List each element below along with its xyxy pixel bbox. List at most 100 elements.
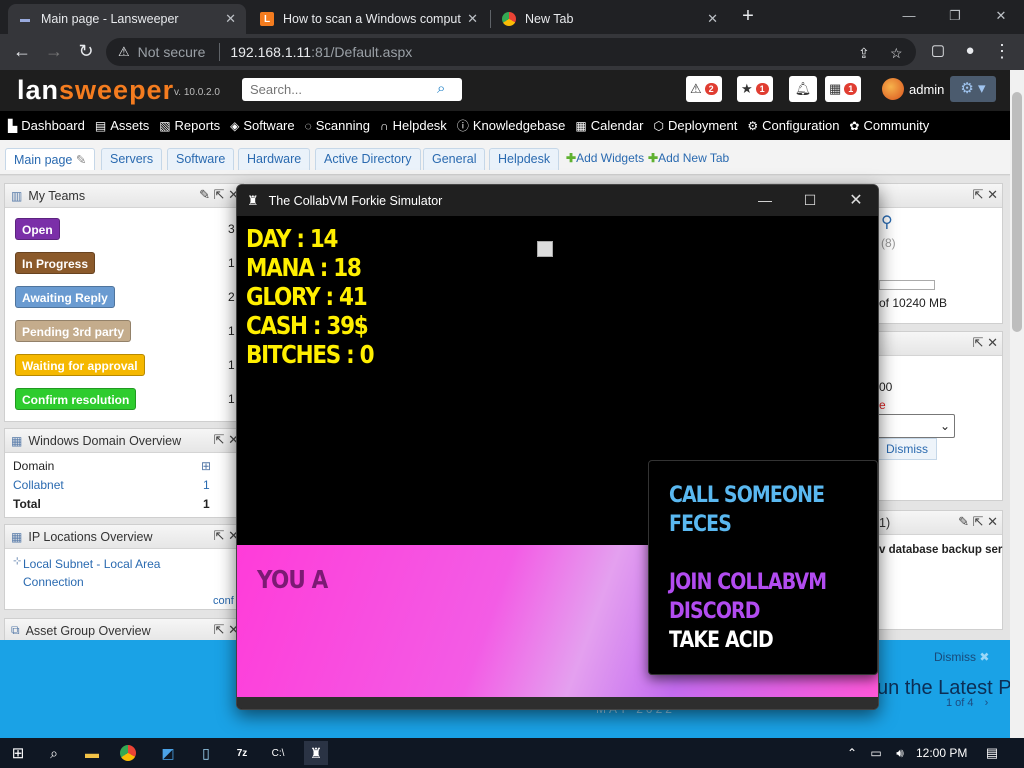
close-icon[interactable]: ✖ [979,650,989,664]
windows-taskbar: ⊞ ⌕ ▬ ◩ ▯ 7z C:\ ♜ ⌃ ▭ 🔊︎ 12:00 PM ▤ [0,738,1024,768]
taskbar-clock[interactable]: 12:00 PM [916,746,967,760]
nav-scanning[interactable]: ◌ Scanning [305,118,370,133]
volume-icon[interactable]: 🔊︎ [890,743,910,763]
team-status-confirm-resolution[interactable]: Confirm resolution [15,388,137,410]
search-input[interactable] [242,78,462,101]
alerts-button[interactable]: ⚠ 2 [686,76,722,102]
url-path[interactable]: :81/Default.aspx [311,44,412,60]
nav-software[interactable]: ◈ Software [230,118,295,133]
domain-link[interactable]: Collabnet [13,478,64,492]
favorites-button[interactable]: ★ 1 [737,76,773,102]
paint-icon[interactable]: ◩ [158,743,178,763]
add-new-tab-link[interactable]: ✚Add New Tab [648,151,729,165]
command-prompt-icon[interactable]: C:\ [268,743,288,763]
browser-tab-how-to-scan[interactable]: L How to scan a Windows compute ✕ [250,4,488,34]
network-icon[interactable]: ▭ [866,743,886,763]
close-tab-icon[interactable]: ✕ [707,11,718,27]
minimize-icon[interactable]: — [886,0,932,34]
tab-active-directory[interactable]: Active Directory [315,148,421,170]
edit-pencil-icon[interactable]: ✎ [76,153,86,167]
menu-item-join-collabvm[interactable]: JOIN COLLABVM [669,568,827,597]
close-window-icon[interactable]: ✕ [833,185,878,216]
chrome-icon[interactable] [120,745,136,761]
tab-main-page[interactable]: Main page ✎ [5,148,96,170]
notepad-icon[interactable]: ▯ [196,743,216,763]
kebab-menu-icon[interactable]: ⋮ [990,40,1014,64]
menu-item-feces[interactable]: FECES [669,510,732,539]
lansweeper-favicon-icon: ▬ [20,13,30,25]
nav-assets[interactable]: ▤ Assets [95,118,149,133]
share-icon[interactable]: ⇪ [858,45,870,62]
widget-controls[interactable]: ⇱ ✕ [973,187,998,203]
team-status-waiting-approval[interactable]: Waiting for approval [15,354,145,376]
widget-controls[interactable]: ⇱ ✕ [973,335,998,351]
url-host[interactable]: 192.168.1.11 [230,44,311,60]
search-icon[interactable]: ⌕ [44,743,64,763]
banner-dismiss[interactable]: Dismiss ✖ [934,650,989,664]
forward-arrow-icon[interactable]: → [42,40,66,64]
banner-pager[interactable]: 1 of 4 › [946,697,988,709]
team-status-awaiting-reply[interactable]: Awaiting Reply [15,286,115,308]
team-status-in-progress[interactable]: In Progress [15,252,96,274]
nav-reports[interactable]: ▧ Reports [159,118,220,133]
game-app-icon[interactable]: ♜ [304,741,328,765]
nav-calendar[interactable]: ▦ Calendar [575,118,643,133]
close-tab-icon[interactable]: ✕ [225,11,236,27]
nav-knowledgebase[interactable]: ⓘ Knowledgebase [457,117,566,134]
address-bar[interactable]: ⚠ Not secure 192.168.1.11 :81/Default.as… [106,38,916,66]
widget-controls[interactable]: ✎ ⇱ ✕ [199,187,239,203]
not-secure-label[interactable]: Not secure [138,44,206,60]
ip-location-link[interactable]: Local Subnet - Local Area [23,557,160,571]
close-tab-icon[interactable]: ✕ [467,11,478,27]
side-panel-icon[interactable]: ▢ [926,40,950,64]
warning-icon[interactable]: ⚠ [118,44,130,60]
menu-item-call-someone[interactable]: CALL SOMEONE [669,481,825,510]
domain-count[interactable]: 1 [203,478,210,492]
team-status-pending-3rd-party[interactable]: Pending 3rd party [15,320,132,342]
scrollbar-thumb[interactable] [1012,92,1022,332]
stat-mana: MANA : 18 [246,253,362,282]
next-arrow-icon[interactable]: › [985,697,989,709]
maximize-icon[interactable]: ☐ [787,185,833,216]
new-tab-button[interactable]: + [736,5,760,29]
configure-link[interactable]: conf [213,595,234,607]
widget-controls[interactable]: ✎ ⇱ ✕ [958,514,998,530]
windows-start-icon[interactable]: ⊞ [8,743,28,763]
tab-helpdesk[interactable]: Helpdesk [489,148,560,170]
lansweeper-logo[interactable]: lansweeper [17,75,174,106]
user-menu[interactable]: admin [882,78,944,100]
nav-helpdesk[interactable]: ∩ Helpdesk [380,118,447,133]
notification-center-icon[interactable]: ▤ [982,743,1002,763]
restore-icon[interactable]: ❐ [932,0,978,34]
7zip-icon[interactable]: 7z [232,743,252,763]
tab-software[interactable]: Software [167,148,235,170]
nav-deployment[interactable]: ⬡ Deployment [653,118,737,133]
add-widgets-link[interactable]: ✚Add Widgets [566,151,644,165]
nav-dashboard[interactable]: ▙ Dashboard [8,118,85,133]
bookmark-star-icon[interactable]: ☆ [890,45,903,62]
tab-general[interactable]: General [423,148,486,170]
profile-icon[interactable]: ● [958,40,982,64]
nav-configuration[interactable]: ⚙ Configuration [747,118,839,133]
team-status-open[interactable]: Open [15,218,60,240]
notifications-button[interactable]: 🔔︎ [789,76,817,102]
settings-gear-icon[interactable]: ⚙ ▾ [950,76,996,102]
browser-tab-main-page[interactable]: ▬ Main page - Lansweeper ✕ [8,4,246,34]
close-window-icon[interactable]: ✕ [978,0,1024,34]
dismiss-button[interactable]: Dismiss [877,438,937,460]
minimize-icon[interactable]: — [742,185,788,216]
chevron-up-icon[interactable]: ⌃ [842,743,862,763]
reload-icon[interactable]: ↻ [74,40,98,64]
file-explorer-icon[interactable]: ▬ [82,743,102,763]
back-arrow-icon[interactable]: ← [10,40,34,64]
tab-servers[interactable]: Servers [101,148,163,170]
nav-community[interactable]: ✿ Community [849,118,929,133]
search-icon[interactable]: ⌕ [437,80,445,97]
browser-tab-new-tab[interactable]: New Tab ✕ [492,4,728,34]
menu-item-take-acid[interactable]: TAKE ACID [669,626,774,655]
ip-location-link-line2[interactable]: Connection [23,575,84,589]
tab-hardware[interactable]: Hardware [238,148,311,170]
dropdown-select[interactable]: ⌄ [877,414,955,438]
calendar-button[interactable]: ▦ 1 [825,76,862,102]
menu-item-discord[interactable]: DISCORD [669,597,760,626]
